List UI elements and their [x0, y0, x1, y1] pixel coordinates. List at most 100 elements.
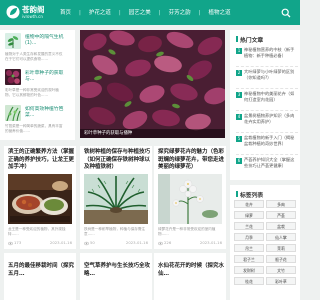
nav-plants[interactable]: 植物之道: [209, 8, 231, 18]
hero-caption[interactable]: 彩叶草种子的获取与播种: [80, 129, 225, 138]
list-item-desc: 彩叶草是一种非常受欢迎的观叶植物，它以其鲜艳的叶色……: [5, 88, 59, 97]
rank-badge: 1: [236, 48, 242, 54]
nav-flower-care[interactable]: 护花之道: [89, 8, 111, 18]
tag-item[interactable]: 盆栽: [266, 222, 296, 230]
list-item[interactable]: 6 芦荟养护知识大全（掌握这些技巧让芦荟更健康）: [236, 157, 298, 177]
view-count: 226: [164, 240, 172, 245]
article-title[interactable]: 滨王的正确繁养方法（掌握正确的养护技巧，让龙王更加手冲）: [8, 149, 74, 172]
panel-title: 标签列表: [235, 190, 263, 199]
nav-separator: |: [118, 10, 121, 16]
tag-item[interactable]: 月季: [234, 233, 264, 241]
rank-badge: 4: [236, 114, 242, 120]
article-title[interactable]: 五月的最佳移栽时间（探究五月…: [8, 263, 74, 278]
list-item[interactable]: 2 大叶绿萝与小叶绿萝的区别（你知道吗?）: [236, 69, 298, 89]
eye-icon: [8, 241, 13, 245]
nav-separator: |: [198, 10, 201, 16]
list-item-desc: 竹笆菜是一种简单的蔬菜，具有丰富的营养价值……: [5, 124, 63, 133]
nav-home[interactable]: 首页: [60, 8, 71, 18]
article-card[interactable]: 水仙花花开的时候（探究水仙…: [154, 253, 226, 300]
list-item[interactable]: 彩叶草种子的获取与… 彩叶草是一种非常受欢迎的观叶植物，它以其鲜艳的叶色……: [5, 69, 65, 103]
top-nav-bar: 苍韵阁 ivrowth.cn 首页 | 护花之道 | 园艺之美 | 芬芳之韵 |…: [0, 0, 300, 25]
list-item[interactable]: 1 神秘植物营养的中枝（新手植物：新手种植必备）: [236, 47, 298, 67]
article-summary: 龙王是一种受欢迎的植物，其外观独特……: [8, 227, 66, 236]
publish-date: 2023-01-16: [199, 240, 222, 245]
tag-item[interactable]: 文竹: [266, 266, 296, 274]
article-title[interactable]: 铁树种植的保存与种植技巧（如何正确保存铁树种球以及种植铁树）: [84, 149, 150, 172]
rank-badge: 3: [236, 92, 242, 98]
tag-item[interactable]: 茉莉: [266, 244, 296, 252]
list-item-desc: 植物对于人类生存和发展的意义不仅在于它们可以提供食物……: [5, 52, 63, 61]
list-item[interactable]: 5 盆栽植物的新手入门（揭秘盆栽种植的奇妙世界）: [236, 135, 298, 155]
nav-separator: |: [79, 10, 81, 16]
list-item-title[interactable]: 神秘植物中的美丽花卉（如何打造室内花园）: [244, 91, 298, 103]
hero-image[interactable]: 彩叶草种子的获取与播种: [80, 30, 225, 138]
plant-thumbnail: [5, 105, 21, 121]
rank-badge: 6: [236, 158, 242, 164]
rank-badge: 2: [236, 70, 242, 76]
article-card[interactable]: 铁树种植的保存与种植技巧（如何正确保存铁树种球以及种植铁树） 铁树是一种耐旱植物…: [80, 146, 152, 249]
hot-articles-panel: 热门文章 1 神秘植物营养的中枝（新手植物：新手种植必备） 2 大叶绿萝与小叶绿…: [230, 30, 300, 180]
tag-item[interactable]: 花卉: [234, 200, 264, 208]
nav-separator: |: [158, 10, 161, 16]
tag-item[interactable]: 多肉: [266, 200, 296, 208]
list-item-title[interactable]: 如何高效种植竹笆菜…: [25, 107, 65, 119]
tag-item[interactable]: 仙人掌: [266, 233, 296, 241]
tag-item[interactable]: 兰花: [234, 222, 264, 230]
tag-item[interactable]: 彩叶草: [266, 277, 296, 285]
article-image[interactable]: [84, 174, 148, 224]
plant-thumbnail: [5, 33, 21, 49]
tag-item[interactable]: 君子兰: [234, 255, 264, 263]
article-meta: 50 2023-01-16: [84, 240, 148, 246]
flower-photo: [158, 174, 222, 224]
coleus-photo: [80, 30, 225, 138]
list-item-title[interactable]: 盆景树植物养护知识（多肉花卉实用养护）: [244, 113, 298, 125]
publish-date: 2023-01-16: [49, 240, 72, 245]
main-nav: 首页 | 护花之道 | 园艺之美 | 芬芳之韵 | 植物之道: [60, 8, 231, 18]
tag-item[interactable]: 桂花: [234, 277, 264, 285]
tag-item[interactable]: 栀子花: [266, 255, 296, 263]
article-card[interactable]: 探究绿萝花卉的魅力（色彩斑斓的绿萝花卉，带您走进美丽的绿萝花） 绿萝花卉是一种非…: [154, 146, 226, 249]
tag-item[interactable]: 发财树: [234, 266, 264, 274]
nav-fragrance[interactable]: 芬芳之韵: [169, 8, 191, 18]
tags-panel: 标签列表 花卉 多肉 绿萝 芦荟 兰花 盆栽 月季 仙人掌 吊兰 茉莉 君子兰 …: [230, 185, 300, 300]
article-title[interactable]: 探究绿萝花卉的魅力（色彩斑斓的绿萝花卉，带您走进美丽的绿萝花）: [158, 149, 224, 172]
tag-item[interactable]: 绿萝: [234, 211, 264, 219]
site-domain: ivrowth.cn: [22, 14, 43, 19]
list-item[interactable]: 4 盆景树植物养护知识（多肉花卉实用养护）: [236, 113, 298, 133]
list-item-title[interactable]: 大叶绿萝与小叶绿萝的区别（你知道吗?）: [244, 69, 298, 81]
rank-badge: 5: [236, 136, 242, 142]
publish-date: 2023-01-16: [125, 240, 148, 245]
nav-gardening[interactable]: 园艺之美: [129, 8, 151, 18]
eye-icon: [84, 241, 89, 245]
tag-item[interactable]: 吊兰: [234, 244, 264, 252]
plant-thumbnail: [5, 69, 21, 85]
list-item-title[interactable]: 神秘植物营养的中枝（新手植物：新手种植必备）: [244, 47, 298, 59]
list-item-title[interactable]: 植物中的隔气生机(1)…: [25, 35, 65, 47]
list-item[interactable]: 如何高效种植竹笆菜… 竹笆菜是一种简单的蔬菜，具有丰富的营养价值……: [5, 105, 65, 139]
article-card[interactable]: 五月的最佳移栽时间（探究五月…: [4, 253, 76, 300]
site-logo[interactable]: 苍韵阁 ivrowth.cn: [6, 3, 52, 22]
tag-item[interactable]: 芦荟: [266, 211, 296, 219]
side-article-list: 植物中的隔气生机(1)… 植物对于人类生存和发展的意义不仅在于它们可以提供食物……: [0, 30, 75, 140]
food-photo: [8, 174, 72, 224]
search-icon[interactable]: [281, 8, 291, 18]
article-image[interactable]: [158, 174, 222, 224]
article-meta: 226 2023-01-16: [158, 240, 222, 246]
list-item[interactable]: 植物中的隔气生机(1)… 植物对于人类生存和发展的意义不仅在于它们可以提供食物……: [5, 33, 65, 67]
eye-icon: [158, 241, 163, 245]
list-item-title[interactable]: 盆栽植物的新手入门（揭秘盆栽种植的奇妙世界）: [244, 135, 298, 147]
article-image[interactable]: [8, 174, 72, 224]
article-card[interactable]: 空气草养护与生长技巧全攻略…: [80, 253, 152, 300]
article-summary: 铁树是一种耐旱植物，种植与保存需注意……: [84, 227, 146, 236]
list-item-title[interactable]: 芦荟养护知识大全（掌握这些技巧让芦荟更健康）: [244, 157, 298, 169]
article-title[interactable]: 空气草养护与生长技巧全攻略…: [84, 263, 150, 278]
list-item[interactable]: 3 神秘植物中的美丽花卉（如何打造室内花园）: [236, 91, 298, 111]
article-meta: 173 2023-01-16: [8, 240, 72, 246]
article-card[interactable]: 滨王的正确繁养方法（掌握正确的养护技巧，让龙王更加手冲） 龙王是一种受欢迎的植物…: [4, 146, 76, 249]
cycad-photo: [84, 174, 148, 224]
article-title[interactable]: 水仙花花开的时候（探究水仙…: [158, 263, 224, 278]
list-item-title[interactable]: 彩叶草种子的获取与…: [25, 71, 65, 83]
view-count: 173: [14, 240, 22, 245]
view-count: 50: [90, 240, 95, 245]
leaf-logo-icon: [6, 5, 20, 19]
